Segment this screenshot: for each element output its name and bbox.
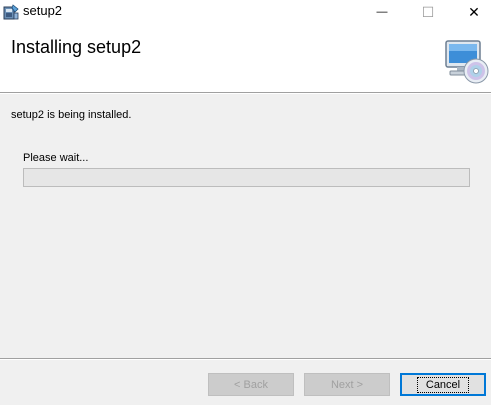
installer-app-icon (3, 4, 19, 20)
install-status-text: setup2 is being installed. (11, 109, 132, 121)
please-wait-label: Please wait... (23, 152, 89, 164)
page-title: Installing setup2 (11, 37, 142, 57)
back-button-label: < Back (234, 378, 268, 391)
maximize-icon: ☐ (421, 3, 435, 20)
cancel-button-label: Cancel (416, 376, 470, 393)
next-button[interactable]: Next > (304, 373, 390, 396)
close-icon: ✕ (468, 3, 480, 20)
minimize-button[interactable]: — (359, 0, 405, 24)
main-content: setup2 is being installed. Please wait..… (0, 94, 491, 358)
minimize-icon: — (376, 6, 388, 18)
window-title: setup2 (23, 3, 63, 18)
close-button[interactable]: ✕ (451, 0, 491, 24)
header-banner: Installing setup2 (0, 24, 491, 93)
title-bar: setup2 — ☐ ✕ (0, 0, 491, 24)
button-bar: < Back Next > Cancel (0, 360, 491, 405)
back-button[interactable]: < Back (208, 373, 294, 396)
cancel-button[interactable]: Cancel (400, 373, 486, 396)
maximize-button[interactable]: ☐ (405, 0, 451, 24)
computer-cd-icon (445, 40, 489, 84)
install-progress-bar (23, 168, 470, 187)
next-button-label: Next > (330, 378, 364, 391)
